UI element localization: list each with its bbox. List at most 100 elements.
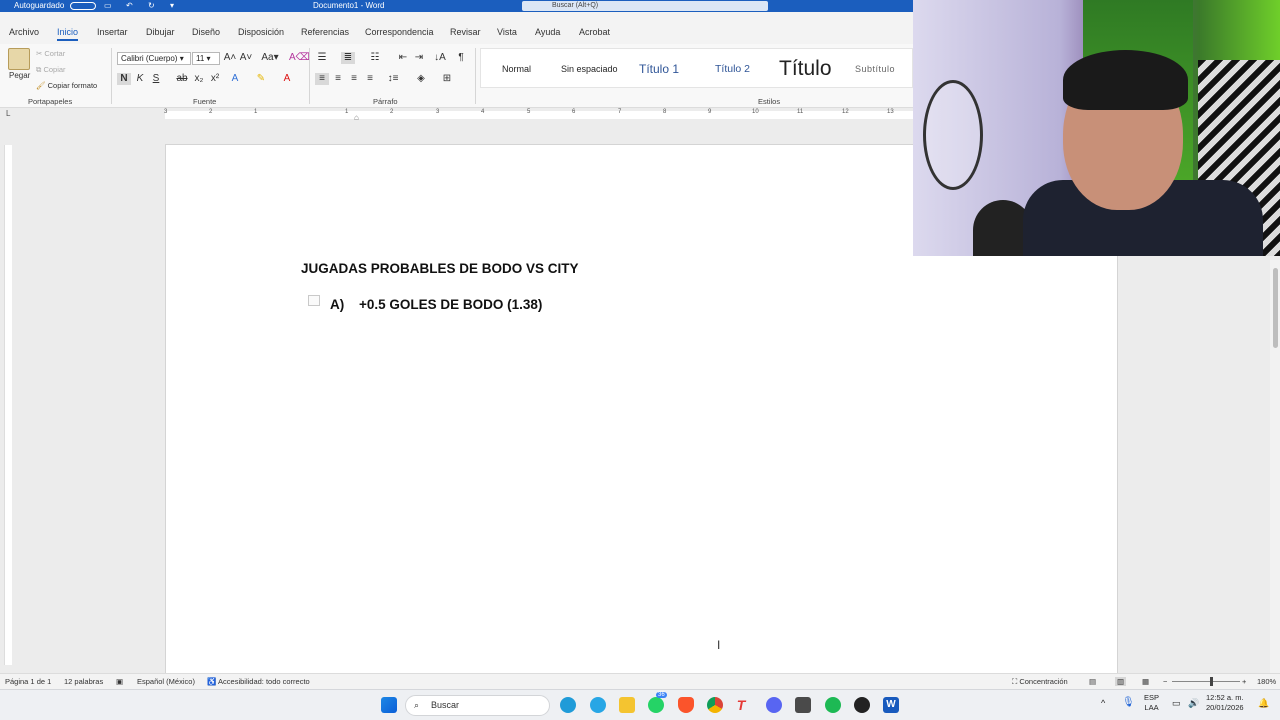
- change-case-icon[interactable]: Aa▾: [261, 52, 279, 64]
- tab-diseno[interactable]: Diseño: [192, 27, 220, 37]
- underline-button[interactable]: S: [149, 73, 163, 85]
- telegram-icon[interactable]: [590, 697, 606, 713]
- multilevel-list-icon[interactable]: ☷: [368, 52, 382, 64]
- network-icon[interactable]: ▭: [1172, 698, 1181, 709]
- style-sin-espaciado[interactable]: Sin espaciado: [561, 49, 618, 89]
- accessibility-status[interactable]: ♿ Accesibilidad: todo correcto: [207, 677, 310, 686]
- sort-icon[interactable]: ↓A: [433, 52, 447, 64]
- web-layout-icon[interactable]: ▦: [1142, 677, 1149, 686]
- vertical-scrollbar[interactable]: [1270, 260, 1280, 673]
- font-name-select[interactable]: Calibri (Cuerpo) ▾: [117, 52, 191, 65]
- autosave-toggle[interactable]: [70, 2, 96, 10]
- notifications-icon[interactable]: 🔔: [1258, 698, 1269, 709]
- zoom-in-icon[interactable]: +: [1242, 677, 1246, 686]
- clear-format-icon[interactable]: A⌫: [289, 52, 310, 64]
- word-taskbar-icon[interactable]: W: [883, 697, 899, 713]
- windows-start-icon[interactable]: [381, 697, 397, 713]
- copy-button[interactable]: ⧉ Copiar: [36, 65, 66, 75]
- increase-indent-icon[interactable]: ⇥: [412, 52, 426, 64]
- justify-icon[interactable]: ≡: [363, 73, 377, 85]
- strikethrough-icon[interactable]: ab: [175, 73, 189, 85]
- print-layout-icon[interactable]: ▥: [1115, 677, 1127, 686]
- format-painter-button[interactable]: 🖌 Copiar formato: [36, 81, 97, 90]
- discord-icon[interactable]: [766, 697, 782, 713]
- tab-insertar[interactable]: Insertar: [97, 27, 128, 37]
- volume-icon[interactable]: 🔊: [1188, 698, 1199, 709]
- paste-button[interactable]: Pegar: [9, 71, 30, 80]
- taskbar-search[interactable]: ⌕ Buscar: [405, 695, 550, 716]
- tab-inicio[interactable]: Inicio: [57, 27, 79, 41]
- typora-icon[interactable]: T: [733, 697, 749, 713]
- list-autoformat-icon[interactable]: [308, 295, 320, 306]
- spotify-icon[interactable]: [825, 697, 841, 713]
- proofing-icon[interactable]: ▣: [116, 677, 123, 686]
- style-subtitulo[interactable]: Subtítulo: [855, 49, 895, 89]
- zoom-out-icon[interactable]: −: [1163, 677, 1167, 686]
- calculator-icon[interactable]: [795, 697, 811, 713]
- tab-correspondencia[interactable]: Correspondencia: [365, 27, 434, 37]
- vertical-ruler[interactable]: [4, 145, 12, 665]
- style-titulo-2[interactable]: Título 2: [715, 49, 750, 89]
- superscript-icon[interactable]: x²: [208, 73, 222, 85]
- numbering-icon[interactable]: ≣: [341, 52, 355, 64]
- text-effects-icon[interactable]: A: [228, 73, 242, 85]
- align-left-icon[interactable]: ≡: [315, 73, 329, 85]
- redo-icon[interactable]: ↻: [148, 1, 155, 10]
- search-box[interactable]: Buscar (Alt+Q): [522, 1, 768, 11]
- undo-icon[interactable]: ↶: [126, 1, 133, 10]
- language-status[interactable]: Español (México): [137, 677, 195, 686]
- decrease-indent-icon[interactable]: ⇤: [396, 52, 410, 64]
- tab-selector-icon[interactable]: L: [6, 109, 10, 118]
- bullets-icon[interactable]: ☰: [315, 52, 329, 64]
- file-explorer-icon[interactable]: [619, 697, 635, 713]
- save-icon[interactable]: ▭: [104, 1, 112, 10]
- tab-disposicion[interactable]: Disposición: [238, 27, 284, 37]
- zoom-slider[interactable]: [1172, 681, 1240, 682]
- pilcrow-icon[interactable]: ¶: [454, 52, 468, 64]
- line-spacing-icon[interactable]: ↕≡: [386, 73, 400, 85]
- read-mode-icon[interactable]: ▤: [1089, 677, 1096, 686]
- horizontal-ruler[interactable]: L 3 2 1 1 2 3 4 5 6 7 8 9 10 11 12 13 ⌂: [0, 108, 913, 122]
- shading-icon[interactable]: ◈: [414, 73, 428, 85]
- style-titulo[interactable]: Título: [779, 49, 832, 89]
- font-color-icon[interactable]: A: [280, 73, 294, 85]
- subscript-icon[interactable]: x₂: [192, 73, 206, 85]
- brave-icon[interactable]: [678, 697, 694, 713]
- tab-vista[interactable]: Vista: [497, 27, 517, 37]
- tab-archivo[interactable]: Archivo: [9, 27, 39, 37]
- clock[interactable]: 12:52 a. m. 20/01/2026: [1206, 693, 1244, 713]
- grow-font-icon[interactable]: A˄: [223, 52, 237, 64]
- obs-icon[interactable]: [854, 697, 870, 713]
- whatsapp-icon[interactable]: [648, 697, 664, 713]
- paste-icon[interactable]: [8, 48, 30, 70]
- align-center-icon[interactable]: ≡: [331, 73, 345, 85]
- shrink-font-icon[interactable]: A˅: [239, 52, 253, 64]
- scrollbar-thumb[interactable]: [1273, 268, 1278, 348]
- bold-button[interactable]: N: [117, 73, 131, 85]
- tab-ayuda[interactable]: Ayuda: [535, 27, 560, 37]
- tab-revisar[interactable]: Revisar: [450, 27, 481, 37]
- document-heading[interactable]: JUGADAS PROBABLES DE BODO VS CITY: [301, 261, 579, 276]
- indent-marker-icon[interactable]: ⌂: [354, 113, 359, 122]
- word-count[interactable]: 12 palabras: [64, 677, 103, 686]
- customize-qat-icon[interactable]: ▾: [170, 1, 174, 10]
- chrome-icon[interactable]: [707, 697, 723, 713]
- microphone-icon[interactable]: 🎙: [1122, 697, 1135, 708]
- style-normal[interactable]: Normal: [502, 49, 531, 89]
- zoom-slider-thumb[interactable]: [1210, 677, 1213, 686]
- highlight-icon[interactable]: ✎: [254, 73, 268, 85]
- zoom-level[interactable]: 180%: [1257, 677, 1276, 686]
- italic-button[interactable]: K: [133, 73, 147, 85]
- edge-icon[interactable]: [560, 697, 576, 713]
- tab-referencias[interactable]: Referencias: [301, 27, 349, 37]
- font-size-select[interactable]: 11 ▾: [192, 52, 220, 65]
- cut-button[interactable]: ✂ Cortar: [36, 49, 65, 58]
- style-titulo-1[interactable]: Título 1: [639, 49, 679, 89]
- page-count[interactable]: Página 1 de 1: [5, 677, 51, 686]
- tray-overflow-icon[interactable]: ^: [1101, 698, 1105, 708]
- focus-mode[interactable]: ⛶ Concentración: [1012, 677, 1068, 687]
- tab-dibujar[interactable]: Dibujar: [146, 27, 175, 37]
- align-right-icon[interactable]: ≡: [347, 73, 361, 85]
- language-indicator[interactable]: ESP LAA: [1144, 693, 1159, 713]
- borders-icon[interactable]: ⊞: [440, 73, 454, 85]
